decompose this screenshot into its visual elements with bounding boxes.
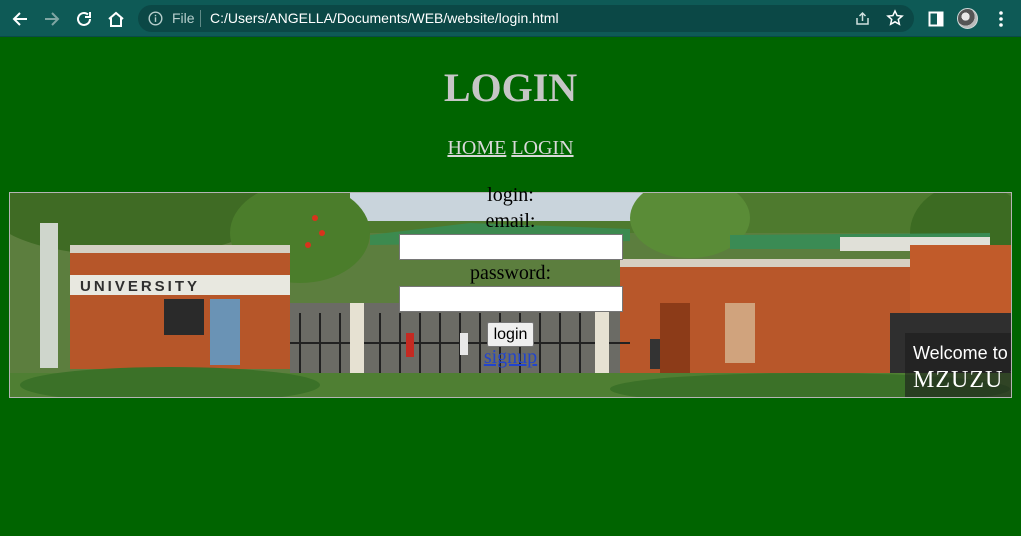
signup-link[interactable]: signup	[0, 346, 1021, 368]
reload-icon	[77, 11, 91, 26]
arrow-left-icon	[12, 12, 27, 26]
login-form: login: email: password: login signup	[0, 182, 1021, 368]
login-button[interactable]: login	[486, 322, 535, 347]
browser-menu-button[interactable]	[988, 6, 1014, 32]
arrow-right-icon	[45, 12, 60, 26]
browser-toolbar: File C:/Users/ANGELLA/Documents/WEB/webs…	[0, 0, 1021, 37]
address-bar[interactable]: File C:/Users/ANGELLA/Documents/WEB/webs…	[138, 5, 914, 32]
share-icon[interactable]	[854, 10, 871, 32]
kebab-menu-icon	[999, 11, 1003, 27]
home-icon	[108, 11, 124, 27]
page-title: LOGIN	[443, 65, 578, 110]
forward-button[interactable]	[39, 6, 65, 32]
info-icon[interactable]	[148, 11, 163, 31]
bookmark-star-icon[interactable]	[886, 9, 904, 32]
main-nav: HOME LOGIN	[0, 137, 1021, 160]
url-text[interactable]: C:/Users/ANGELLA/Documents/WEB/website/l…	[210, 10, 559, 26]
side-panel-button[interactable]	[923, 6, 949, 32]
address-divider	[200, 10, 201, 27]
nav-link-login[interactable]: LOGIN	[511, 137, 573, 159]
back-button[interactable]	[7, 6, 33, 32]
email-field[interactable]	[398, 234, 623, 260]
password-field[interactable]	[398, 286, 623, 312]
profile-avatar[interactable]	[957, 8, 978, 29]
university-caption: MZUZU U	[913, 367, 1011, 393]
file-scheme-label: File	[172, 10, 195, 26]
side-panel-icon	[928, 11, 944, 27]
login-heading-label: login:	[487, 184, 534, 206]
email-label: email:	[485, 210, 536, 232]
nav-link-home[interactable]: HOME	[447, 137, 506, 159]
home-button[interactable]	[103, 6, 129, 32]
reload-button[interactable]	[71, 6, 97, 32]
password-label: password:	[469, 262, 552, 284]
